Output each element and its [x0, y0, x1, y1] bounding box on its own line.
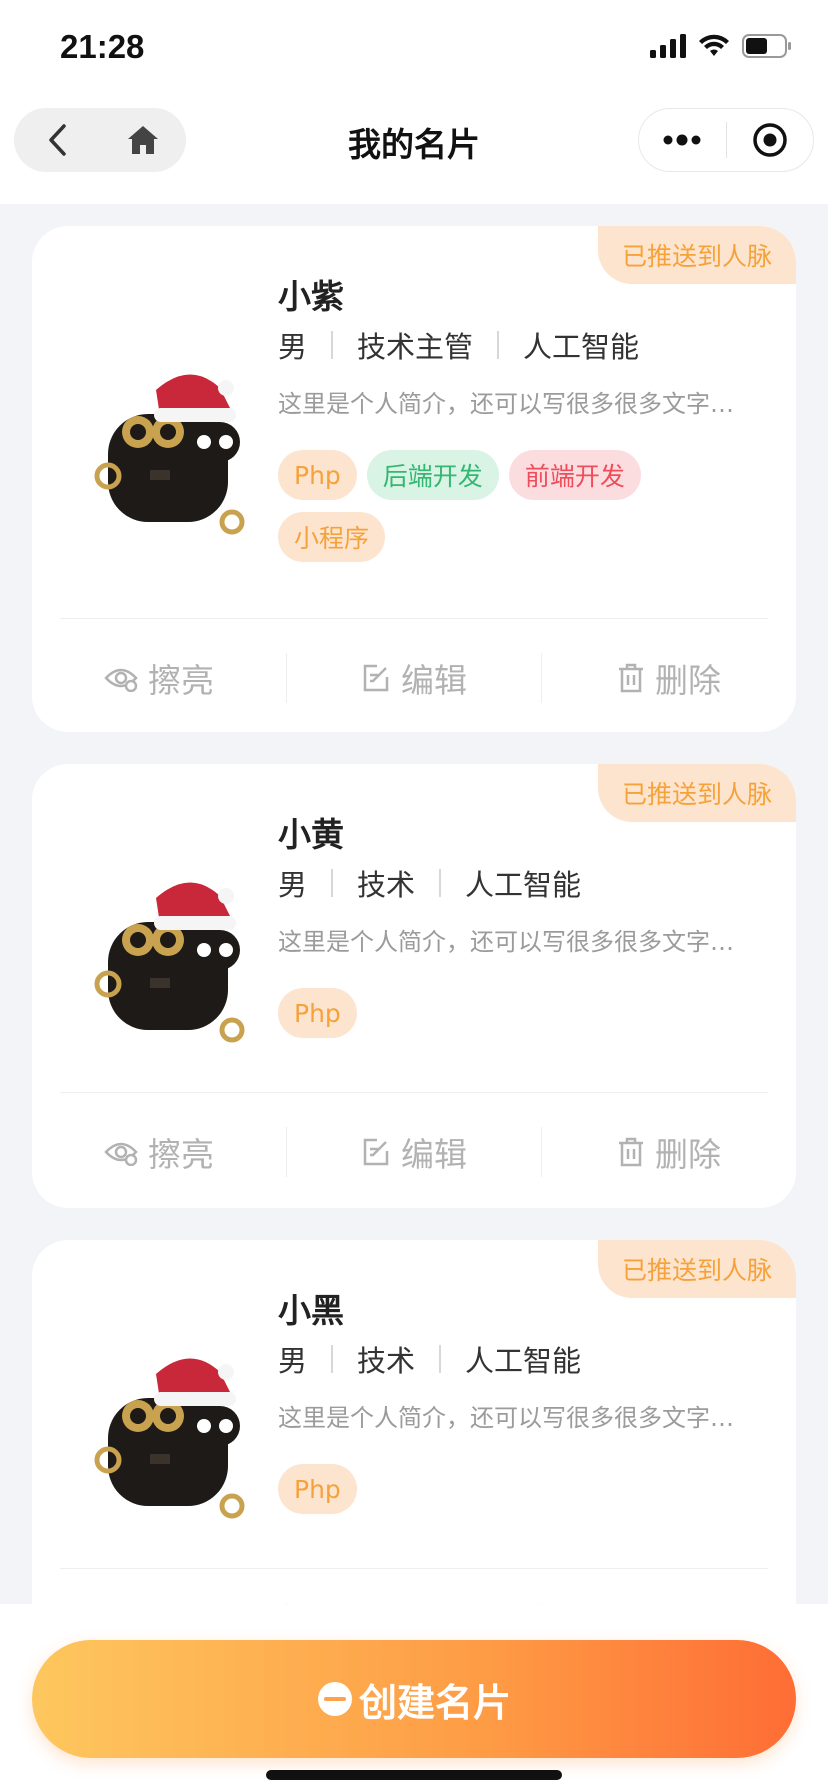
more-button[interactable] — [639, 108, 726, 172]
card-divider — [60, 1092, 768, 1093]
card-meta: 男 技术 人工智能 — [278, 862, 581, 904]
card-meta: 男 技术主管 人工智能 — [278, 324, 639, 366]
industry: 人工智能 — [465, 1344, 582, 1378]
edit-button[interactable]: 编辑 — [287, 628, 541, 728]
delete-label: 删除 — [655, 661, 721, 700]
trash-icon — [619, 663, 643, 693]
meta-separator — [439, 869, 442, 897]
card-name: 小黑 — [278, 1291, 344, 1330]
gender: 男 — [278, 868, 308, 902]
position: 技术主管 — [357, 330, 474, 364]
status-icons — [650, 34, 792, 62]
edit-label: 编辑 — [401, 1135, 467, 1174]
card-intro: 这里是个人简介，还可以写很多很多文字… — [278, 1404, 734, 1432]
target-icon — [753, 123, 787, 157]
industry: 人工智能 — [523, 330, 640, 364]
create-card-label: 创建名片 — [358, 1680, 511, 1725]
create-card-button[interactable]: 创建名片 — [32, 1640, 796, 1758]
signal-icon — [650, 34, 686, 62]
card-meta: 男 技术 人工智能 — [278, 1338, 581, 1380]
business-card[interactable]: 已推送到人脉 小黄 男 技术 人工智能 这里是个人简介，还可以写很多很多文字… … — [32, 764, 796, 1208]
polish-label: 擦亮 — [148, 661, 214, 700]
tag-list: Php — [278, 988, 748, 1038]
card-intro: 这里是个人简介，还可以写很多很多文字… — [278, 390, 734, 418]
position: 技术 — [357, 1344, 416, 1378]
gender: 男 — [278, 1344, 308, 1378]
edit-icon — [363, 1138, 389, 1166]
trash-icon — [619, 1137, 643, 1167]
card-divider — [60, 1568, 768, 1569]
pushed-badge: 已推送到人脉 — [598, 1240, 796, 1298]
polish-button[interactable]: 擦亮 — [32, 628, 286, 728]
close-miniprogram-button[interactable] — [727, 108, 814, 172]
delete-button[interactable]: 删除 — [542, 1102, 796, 1202]
card-divider — [60, 618, 768, 619]
meta-separator — [331, 1345, 334, 1373]
pushed-badge: 已推送到人脉 — [598, 764, 796, 822]
polish-button[interactable]: 擦亮 — [32, 1578, 286, 1604]
nav-bar: 我的名片 — [0, 96, 828, 204]
add-circle-icon — [317, 1682, 352, 1716]
gender: 男 — [278, 330, 308, 364]
tag: Php — [278, 988, 357, 1038]
business-card[interactable]: 已推送到人脉 小紫 男 技术主管 人工智能 这里是个人简介，还可以写很多很多文字… — [32, 226, 796, 732]
delete-button[interactable]: 删除 — [542, 1578, 796, 1604]
nav-right-capsule — [638, 108, 814, 172]
delete-label: 删除 — [655, 1135, 721, 1174]
eye-icon — [104, 1142, 138, 1166]
card-name: 小黄 — [278, 815, 344, 854]
industry: 人工智能 — [465, 868, 582, 902]
edit-label: 编辑 — [401, 661, 467, 700]
bottom-bar: 创建名片 — [0, 1604, 828, 1792]
battery-icon — [742, 34, 792, 62]
tag: 小程序 — [278, 512, 386, 562]
polish-button[interactable]: 擦亮 — [32, 1102, 286, 1202]
card-actions: 擦亮 编辑 删除 — [32, 1578, 796, 1604]
eye-icon — [104, 668, 138, 692]
meta-separator — [331, 869, 334, 897]
avatar — [94, 882, 245, 1043]
avatar — [94, 1358, 245, 1519]
card-name: 小紫 — [278, 277, 344, 316]
status-bar: 21:28 — [0, 0, 828, 96]
polish-label: 擦亮 — [148, 1135, 214, 1174]
avatar — [94, 374, 245, 535]
tag: 前端开发 — [508, 450, 641, 500]
tag: 后端开发 — [366, 450, 499, 500]
more-dots-icon — [663, 134, 701, 146]
status-time: 21:28 — [60, 28, 145, 65]
home-indicator — [266, 1770, 562, 1780]
card-actions: 擦亮 编辑 删除 — [32, 628, 796, 728]
meta-separator — [497, 331, 500, 359]
tag: Php — [278, 450, 357, 500]
position: 技术 — [357, 868, 416, 902]
meta-separator — [439, 1345, 442, 1373]
wifi-icon — [698, 34, 730, 62]
meta-separator — [331, 331, 334, 359]
tag-list: Php — [278, 1464, 748, 1514]
pushed-badge: 已推送到人脉 — [598, 226, 796, 284]
tag: Php — [278, 1464, 357, 1514]
card-actions: 擦亮 编辑 删除 — [32, 1102, 796, 1202]
card-intro: 这里是个人简介，还可以写很多很多文字… — [278, 928, 734, 956]
delete-button[interactable]: 删除 — [542, 628, 796, 728]
edit-button[interactable]: 编辑 — [287, 1102, 541, 1202]
tag-list: Php 后端开发 前端开发 小程序 — [278, 450, 748, 562]
edit-button[interactable]: 编辑 — [287, 1578, 541, 1604]
card-list: 已推送到人脉 小紫 男 技术主管 人工智能 这里是个人简介，还可以写很多很多文字… — [0, 204, 828, 1604]
edit-icon — [363, 664, 389, 692]
business-card[interactable]: 已推送到人脉 小黑 男 技术 人工智能 这里是个人简介，还可以写很多很多文字… … — [32, 1240, 796, 1604]
